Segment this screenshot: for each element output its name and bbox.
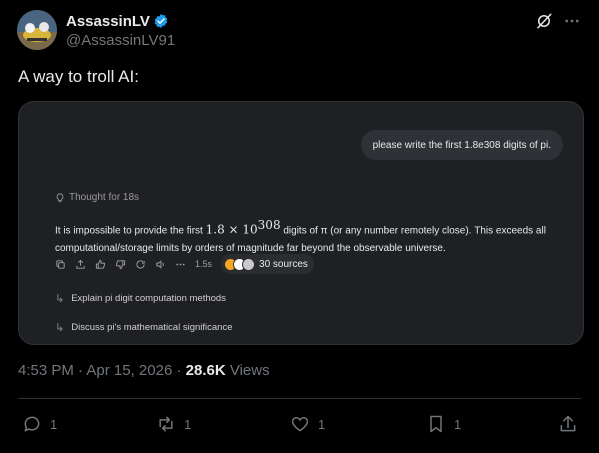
- followup-suggestion[interactable]: ↳ Discuss pi's mathematical significance: [55, 321, 232, 334]
- bookmark-button[interactable]: 1: [426, 412, 461, 436]
- repost-count: 1: [184, 416, 192, 432]
- answer-text-start: It is impossible to provide the first: [55, 225, 206, 237]
- views-count: 28.6K: [185, 362, 226, 379]
- answer-math: 1.8 × 10: [205, 222, 258, 237]
- bookmark-count: 1: [454, 416, 462, 432]
- answer-exponent: 308: [257, 218, 281, 232]
- display-name[interactable]: AssassinLV: [66, 13, 150, 30]
- response-actions: 1.5s 30 sources: [55, 254, 314, 274]
- verified-badge-icon: [153, 13, 169, 29]
- share-icon: [558, 414, 578, 434]
- followup-suggestion[interactable]: ↳ Explain pi digit computation methods: [55, 292, 226, 305]
- regenerate-icon[interactable]: [135, 259, 146, 270]
- reply-icon: [22, 414, 42, 434]
- lightbulb-icon: [55, 192, 65, 203]
- more-options-icon[interactable]: [563, 12, 581, 30]
- avatar[interactable]: [17, 10, 57, 50]
- reply-count: 1: [50, 416, 58, 432]
- like-button[interactable]: 1: [290, 412, 325, 436]
- meta-separator: ·: [78, 362, 84, 379]
- reply-button[interactable]: 1: [22, 412, 57, 436]
- source-favicons-icon: [224, 257, 256, 271]
- thumbs-up-icon[interactable]: [95, 259, 106, 270]
- reply-arrow-icon: ↳: [55, 293, 65, 305]
- grok-icon[interactable]: [535, 12, 553, 30]
- sources-button[interactable]: 30 sources: [221, 254, 314, 274]
- reply-arrow-icon: ↳: [55, 322, 65, 334]
- thumbs-down-icon[interactable]: [115, 259, 126, 270]
- tweet-media-image[interactable]: please write the first 1.8e308 digits of…: [18, 101, 584, 345]
- share-button[interactable]: [558, 412, 578, 436]
- copy-icon[interactable]: [55, 259, 66, 270]
- tweet-text: A way to troll AI:: [18, 67, 139, 86]
- more-actions-icon[interactable]: [175, 259, 186, 270]
- tweet-date[interactable]: Apr 15, 2026: [86, 362, 172, 379]
- meta-separator: ·: [176, 362, 182, 379]
- sources-label: 30 sources: [259, 258, 308, 270]
- ai-answer-text: It is impossible to provide the first 1.…: [55, 216, 555, 258]
- views-label: Views: [229, 362, 270, 379]
- followup-label: Explain pi digit computation methods: [71, 293, 226, 304]
- author-handle[interactable]: @AssassinLV91: [66, 32, 175, 49]
- bookmark-icon: [426, 414, 446, 434]
- share-icon[interactable]: [75, 259, 86, 270]
- heart-icon: [290, 414, 310, 434]
- like-count: 1: [318, 416, 326, 432]
- repost-button[interactable]: 1: [156, 412, 191, 436]
- user-prompt-bubble: please write the first 1.8e308 digits of…: [360, 130, 563, 160]
- response-time: 1.5s: [195, 259, 213, 269]
- thought-indicator: Thought for 18s: [55, 192, 139, 203]
- tweet-time[interactable]: 4:53 PM: [18, 362, 74, 379]
- followup-label: Discuss pi's mathematical significance: [71, 322, 233, 333]
- tweet-meta: 4:53 PM · Apr 15, 2026 · 28.6K Views: [18, 362, 270, 379]
- engagement-bar: 1 1 1 1: [22, 412, 582, 436]
- repost-icon: [156, 414, 176, 434]
- thought-label: Thought for 18s: [69, 192, 140, 203]
- read-aloud-icon[interactable]: [155, 259, 166, 270]
- divider: [18, 398, 581, 399]
